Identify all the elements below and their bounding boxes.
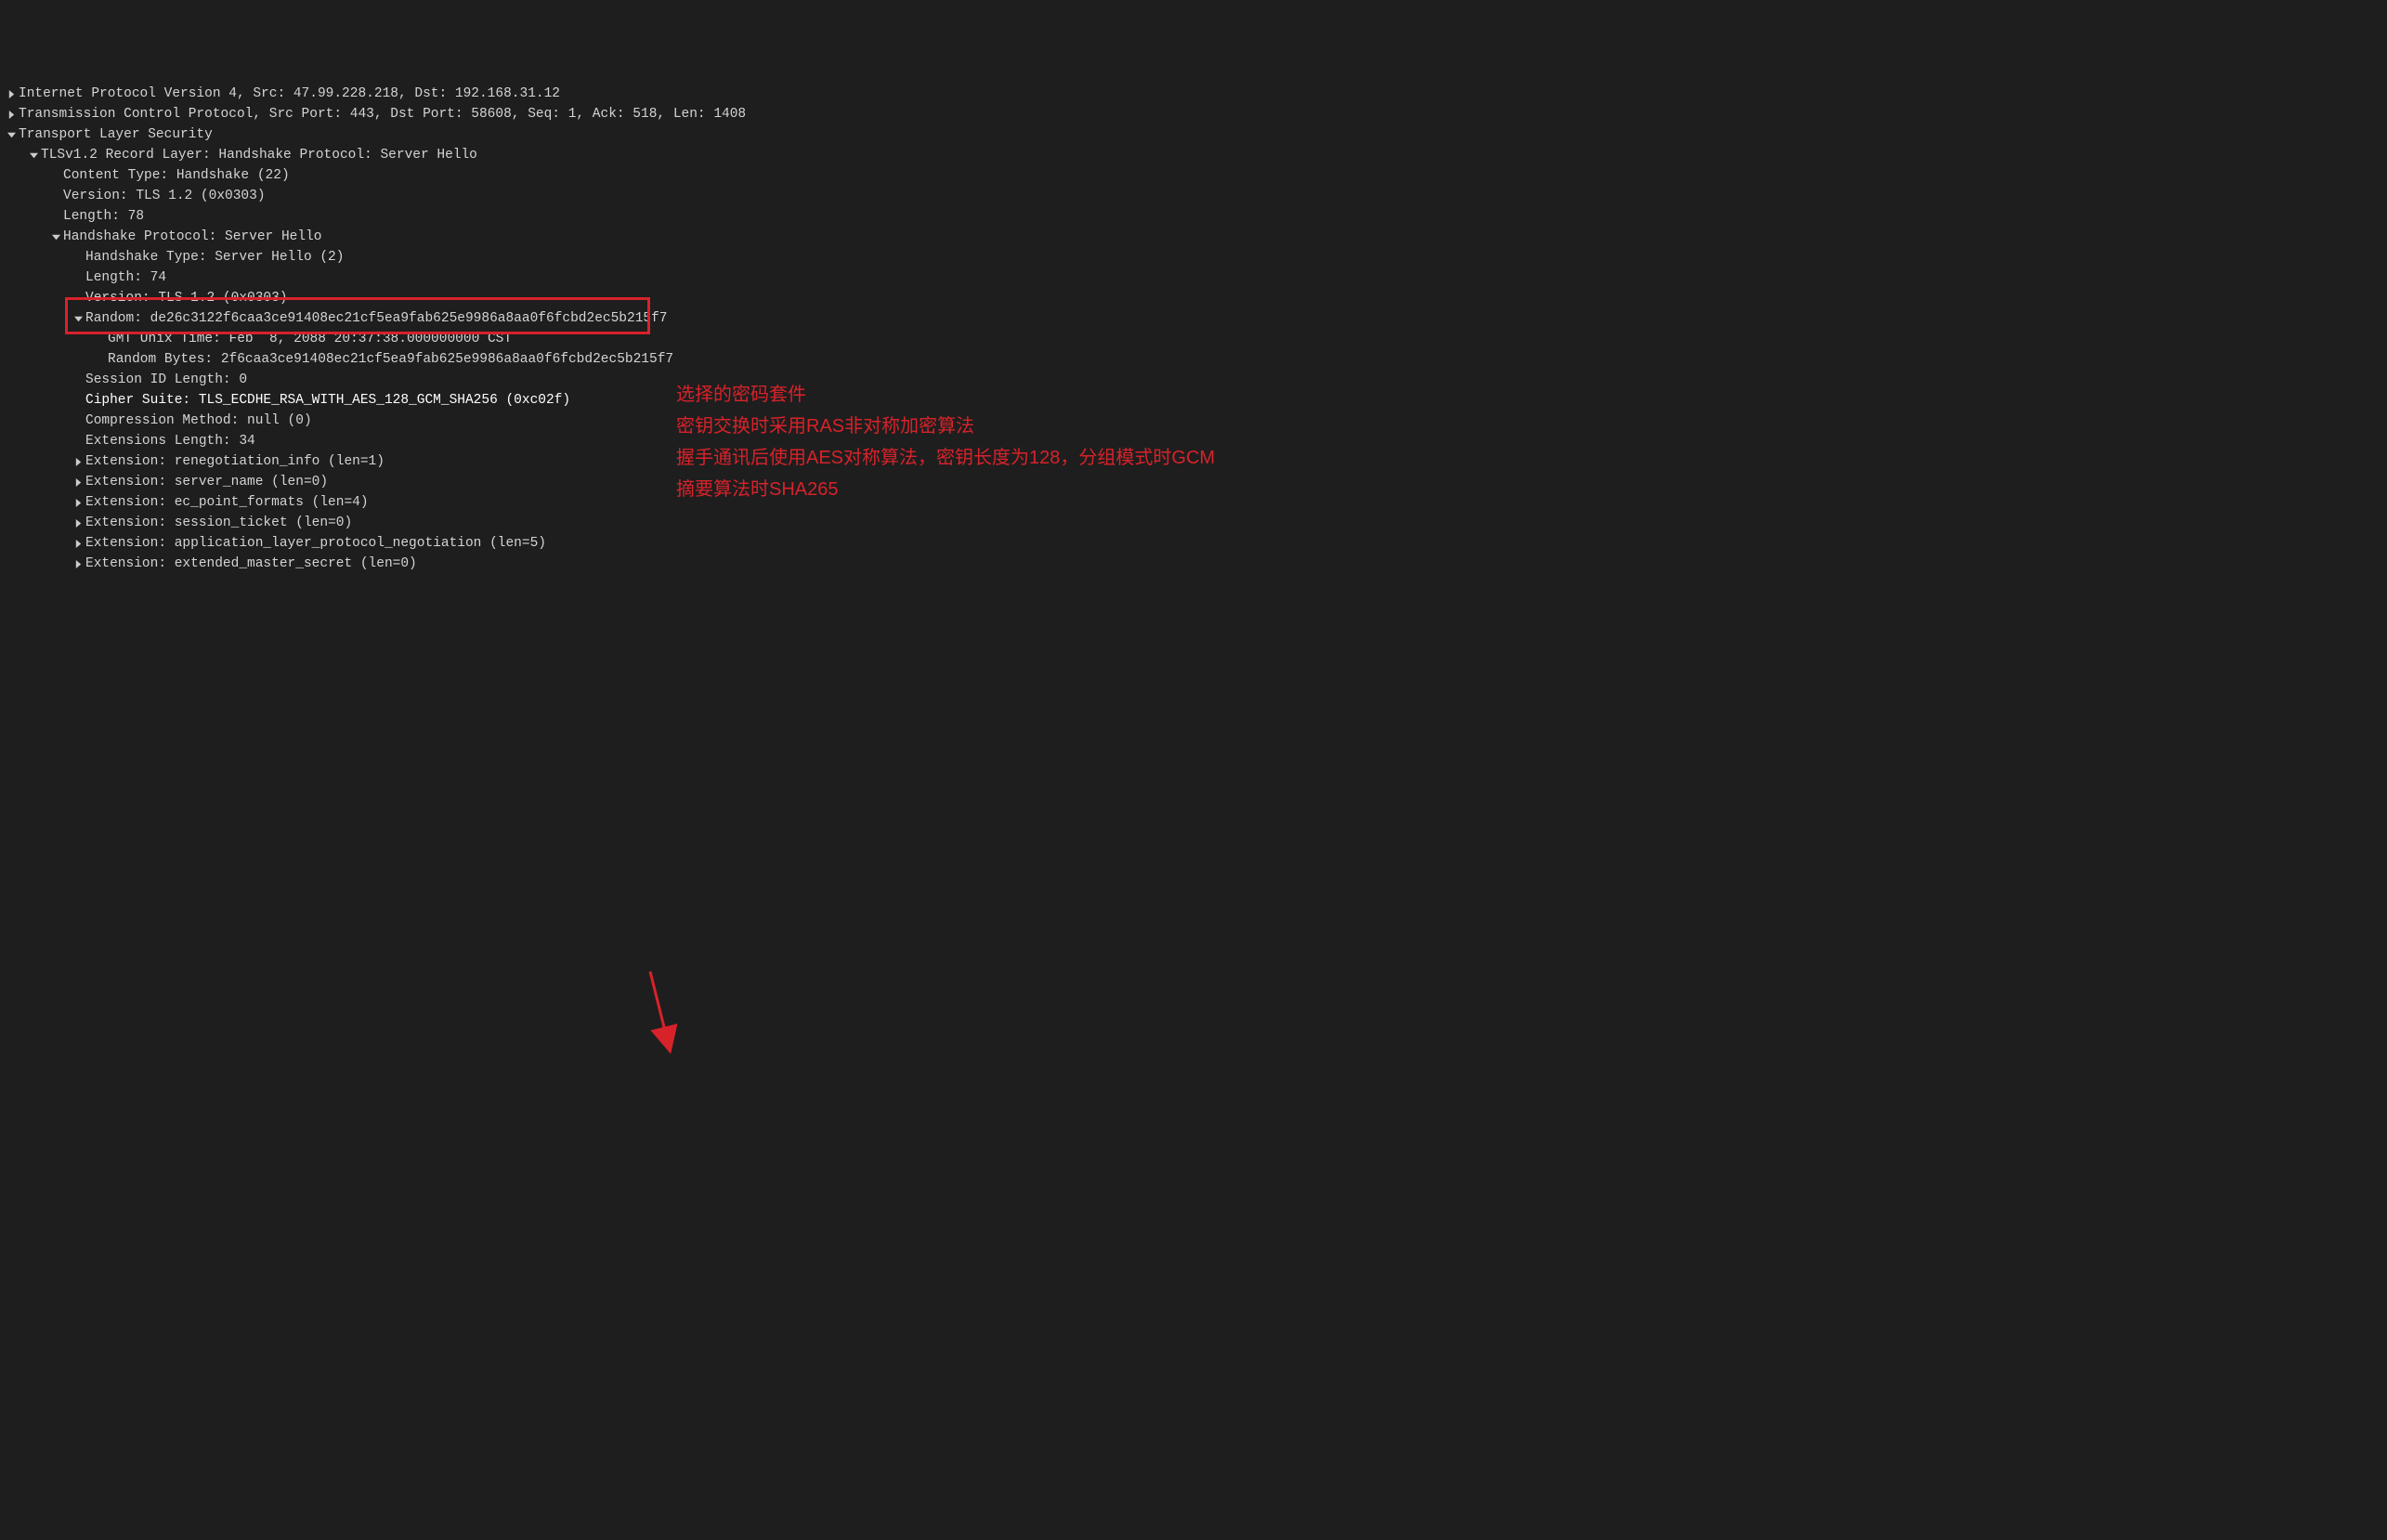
tree-row: Handshake Type: Server Hello (2) — [4, 247, 2387, 268]
chevron-right-icon[interactable] — [71, 458, 85, 466]
annotation-arrow — [0, 656, 2387, 1540]
tree-row: GMT Unix Time: Feb 8, 2088 20:37:38.0000… — [4, 329, 2387, 349]
tree-row[interactable]: Transport Layer Security — [4, 124, 2387, 145]
tree-row-label: Extensions Length: 34 — [85, 431, 255, 451]
chevron-down-icon[interactable] — [4, 131, 19, 139]
tree-row-label: Length: 78 — [63, 206, 144, 227]
tree-row-label: Random: de26c3122f6caa3ce91408ec21cf5ea9… — [85, 308, 668, 329]
annotation-line: 摘要算法时SHA265 — [676, 474, 1215, 505]
tree-row[interactable]: Extension: extended_master_secret (len=0… — [4, 554, 2387, 574]
tree-row: Length: 74 — [4, 268, 2387, 288]
tree-row-label: Extension: extended_master_secret (len=0… — [85, 554, 417, 574]
chevron-right-icon[interactable] — [71, 478, 85, 487]
chevron-down-icon[interactable] — [71, 315, 85, 323]
tree-row-label: TLSv1.2 Record Layer: Handshake Protocol… — [41, 145, 477, 165]
tree-row[interactable]: Extension: application_layer_protocol_ne… — [4, 533, 2387, 554]
chevron-right-icon[interactable] — [71, 540, 85, 548]
tree-row-label: Extension: renegotiation_info (len=1) — [85, 451, 385, 472]
tree-row-label: Transport Layer Security — [19, 124, 213, 145]
tree-row-label: Extension: server_name (len=0) — [85, 472, 328, 492]
tree-row-label: Internet Protocol Version 4, Src: 47.99.… — [19, 84, 560, 104]
chevron-down-icon[interactable] — [26, 151, 41, 160]
tree-row: Version: TLS 1.2 (0x0303) — [4, 186, 2387, 206]
tree-row[interactable]: Transmission Control Protocol, Src Port:… — [4, 104, 2387, 124]
tree-row: Version: TLS 1.2 (0x0303) — [4, 288, 2387, 308]
tree-row: Length: 78 — [4, 206, 2387, 227]
tree-row-label: Handshake Type: Server Hello (2) — [85, 247, 344, 268]
tree-row-label: Transmission Control Protocol, Src Port:… — [19, 104, 746, 124]
chevron-right-icon[interactable] — [4, 111, 19, 119]
tree-row-label: Extension: session_ticket (len=0) — [85, 513, 352, 533]
tree-row-label: Cipher Suite: TLS_ECDHE_RSA_WITH_AES_128… — [85, 390, 570, 411]
tree-row[interactable]: Extension: session_ticket (len=0) — [4, 513, 2387, 533]
chevron-right-icon[interactable] — [71, 519, 85, 528]
tree-row-label: Version: TLS 1.2 (0x0303) — [63, 186, 266, 206]
tree-row-label: GMT Unix Time: Feb 8, 2088 20:37:38.0000… — [108, 329, 512, 349]
chevron-right-icon[interactable] — [71, 499, 85, 507]
tree-row: Random Bytes: 2f6caa3ce91408ec21cf5ea9fa… — [4, 349, 2387, 370]
tree-row[interactable]: TLSv1.2 Record Layer: Handshake Protocol… — [4, 145, 2387, 165]
chevron-right-icon[interactable] — [71, 560, 85, 568]
annotation-line: 握手通讯后使用AES对称算法，密钥长度为128，分组模式时GCM — [676, 442, 1215, 474]
tree-row-label: Random Bytes: 2f6caa3ce91408ec21cf5ea9fa… — [108, 349, 673, 370]
tree-row-label: Handshake Protocol: Server Hello — [63, 227, 321, 247]
tree-row-label: Extension: application_layer_protocol_ne… — [85, 533, 546, 554]
tree-row-label: Length: 74 — [85, 268, 166, 288]
annotation-line: 密钥交换时采用RAS非对称加密算法 — [676, 411, 1215, 442]
tree-row[interactable]: Internet Protocol Version 4, Src: 47.99.… — [4, 84, 2387, 104]
tree-row-label: Content Type: Handshake (22) — [63, 165, 290, 186]
tree-row: Content Type: Handshake (22) — [4, 165, 2387, 186]
tree-row[interactable]: Handshake Protocol: Server Hello — [4, 227, 2387, 247]
annotation-line: 选择的密码套件 — [676, 379, 1215, 411]
tree-row-label: Extension: ec_point_formats (len=4) — [85, 492, 369, 513]
tree-row[interactable]: Random: de26c3122f6caa3ce91408ec21cf5ea9… — [4, 308, 2387, 329]
tree-row-label: Compression Method: null (0) — [85, 411, 312, 431]
annotation-text: 选择的密码套件密钥交换时采用RAS非对称加密算法握手通讯后使用AES对称算法，密… — [676, 379, 1215, 505]
tree-row-label: Version: TLS 1.2 (0x0303) — [85, 288, 288, 308]
chevron-right-icon[interactable] — [4, 90, 19, 98]
chevron-down-icon[interactable] — [48, 233, 63, 241]
tree-row-label: Session ID Length: 0 — [85, 370, 247, 390]
